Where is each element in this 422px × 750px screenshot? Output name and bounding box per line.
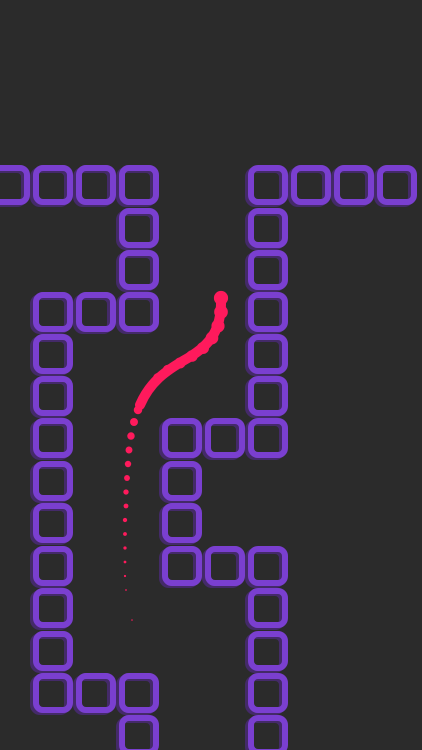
snake-segment: [124, 475, 130, 481]
snake-segment: [131, 619, 133, 621]
snake-segment: [162, 364, 174, 376]
snake-segment: [130, 418, 138, 426]
snake-segment: [123, 574, 127, 578]
snake-segment: [152, 372, 164, 384]
snake-head: [213, 290, 229, 306]
snake-segment: [122, 517, 128, 523]
snake-segment: [138, 393, 148, 403]
snake-segment: [133, 405, 143, 415]
snake-segment: [196, 341, 210, 355]
snake-segment: [123, 489, 129, 495]
snake-segment: [123, 532, 127, 536]
snake-trail: [122, 290, 229, 621]
snake-segment: [125, 446, 133, 454]
snake-segment: [211, 319, 225, 333]
game-screen[interactable]: [0, 0, 422, 750]
snake-segment: [125, 589, 127, 591]
snake-segment: [127, 432, 135, 440]
snake-segment: [186, 350, 198, 362]
snake-segment: [123, 546, 127, 550]
snake-segment: [123, 560, 127, 564]
snake-segment: [124, 460, 132, 468]
snake-segment: [145, 383, 155, 393]
snake-segment: [174, 357, 186, 369]
snake-segment: [123, 503, 129, 509]
snake-segment: [205, 331, 219, 345]
snake-segment: [214, 305, 228, 319]
